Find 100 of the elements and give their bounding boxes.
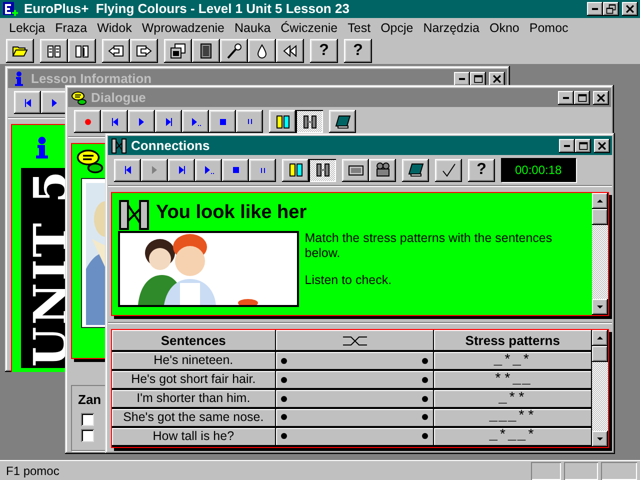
app-icon (2, 1, 18, 17)
drop-button[interactable] (248, 39, 276, 63)
group-label: Zan (78, 391, 102, 409)
close-button[interactable] (622, 2, 638, 16)
step-button[interactable] (195, 158, 222, 182)
close-button[interactable] (489, 72, 505, 86)
stress-pattern: _*_* (494, 352, 532, 369)
connector-button[interactable] (309, 158, 336, 182)
connector-dot-icon (422, 376, 428, 383)
maximize-button[interactable] (575, 138, 591, 152)
scroll-thumb[interactable] (592, 209, 608, 225)
table-cell: She's got the same nose. (112, 408, 276, 427)
play-button[interactable] (141, 158, 168, 182)
windows-button[interactable] (164, 39, 192, 63)
minimize-button[interactable] (559, 138, 575, 152)
checkbox[interactable] (81, 428, 94, 442)
timer-display: 00:00:18 (501, 158, 576, 182)
pause-button[interactable] (249, 158, 276, 182)
scrollbar[interactable] (592, 330, 608, 447)
restore-button[interactable] (603, 2, 619, 16)
menu-item[interactable]: Nauka (230, 18, 276, 38)
connector-dot-icon (280, 433, 287, 440)
pause-icon (246, 118, 252, 125)
notebook-button[interactable] (329, 110, 356, 133)
document-button[interactable] (192, 39, 220, 63)
scrollbar[interactable] (592, 193, 608, 315)
columns-button[interactable] (282, 158, 309, 182)
menu-item[interactable]: Pomoc (524, 18, 574, 38)
speech-bubble-icon (70, 90, 88, 106)
folder-button[interactable] (6, 39, 34, 63)
pause-button[interactable] (236, 110, 263, 133)
menu-item[interactable]: Ćwiczenie (276, 18, 343, 38)
status-text: F1 pomoc (5, 462, 60, 480)
stress-pattern: **__ (494, 372, 532, 388)
status-pane (564, 462, 598, 480)
rewind-button[interactable] (276, 39, 304, 63)
connection-icon (110, 138, 128, 154)
arrow-right-button[interactable] (130, 39, 158, 63)
connector-icon (302, 114, 318, 130)
film-button[interactable] (342, 158, 369, 182)
menu-item[interactable]: Lekcja (4, 18, 50, 38)
play-icon (151, 165, 158, 175)
exercise-heading: You look like her (156, 201, 307, 225)
camera-button[interactable] (369, 158, 396, 182)
book-button[interactable] (40, 39, 68, 63)
connector-button[interactable] (296, 110, 323, 133)
play-button[interactable] (128, 110, 155, 133)
scroll-thumb[interactable] (592, 346, 608, 362)
skip-back-button[interactable] (14, 91, 41, 114)
skip-back-button[interactable] (114, 158, 141, 182)
window-title: EuroPlus+ Flying Colours - Level 1 Unit 5 Lesson 23 (24, 0, 350, 18)
play-icon (138, 116, 145, 126)
record-button[interactable] (74, 110, 101, 133)
maximize-button[interactable] (574, 90, 590, 104)
help-button[interactable]: ? (310, 39, 338, 63)
help-button[interactable]: ? (468, 158, 495, 182)
microphone-button[interactable] (220, 39, 248, 63)
arrow-left-button[interactable] (102, 39, 130, 63)
connector-dot-icon (280, 414, 287, 420)
skip-forward-button[interactable] (155, 110, 182, 133)
pause-icon (260, 166, 266, 174)
status-pane (531, 462, 561, 480)
minimize-button[interactable] (558, 90, 574, 104)
book-button[interactable] (68, 39, 96, 63)
rewind-icon (282, 43, 298, 59)
columns-button[interactable] (269, 110, 296, 133)
stop-button[interactable] (222, 158, 249, 182)
table-cell: How tall is he? (112, 426, 276, 446)
menu-item[interactable]: Wprowadzenie (136, 18, 230, 38)
arrow-right-icon (136, 43, 152, 59)
menu-item[interactable]: Opcje (376, 18, 418, 38)
column-header: Stress patterns (434, 330, 592, 352)
stop-button[interactable] (209, 110, 236, 133)
checkbox[interactable] (81, 412, 94, 426)
arrow-left-icon (108, 43, 124, 59)
minimize-button[interactable] (587, 2, 603, 16)
minimize-button[interactable] (454, 72, 470, 86)
close-button[interactable] (594, 138, 610, 152)
menu-item[interactable]: Narzędzia (418, 18, 484, 38)
windows-icon (170, 43, 186, 59)
connector-icon (314, 162, 330, 178)
camera-icon (374, 162, 390, 178)
stress-pattern: _*__* (489, 428, 536, 444)
close-button[interactable] (593, 90, 609, 104)
step-button[interactable] (182, 110, 209, 133)
stress-pattern: _** (498, 390, 527, 406)
skip-back-button[interactable] (101, 110, 128, 133)
menu-item[interactable]: Fraza (50, 18, 92, 38)
speech-bubble-icon (75, 147, 105, 175)
menu-item[interactable]: Test (342, 18, 376, 38)
skip-forward-button[interactable] (168, 158, 195, 182)
notebook-button[interactable] (402, 158, 429, 182)
menu-item[interactable]: Widok (92, 18, 137, 38)
help-button[interactable]: ? (344, 39, 372, 63)
maximize-button[interactable] (470, 72, 486, 86)
menu-item[interactable]: Okno (484, 18, 524, 38)
connector-dot-icon (280, 376, 287, 383)
check-button[interactable] (435, 158, 462, 182)
window-title: Dialogue (91, 88, 146, 107)
minimize-icon (563, 144, 571, 148)
